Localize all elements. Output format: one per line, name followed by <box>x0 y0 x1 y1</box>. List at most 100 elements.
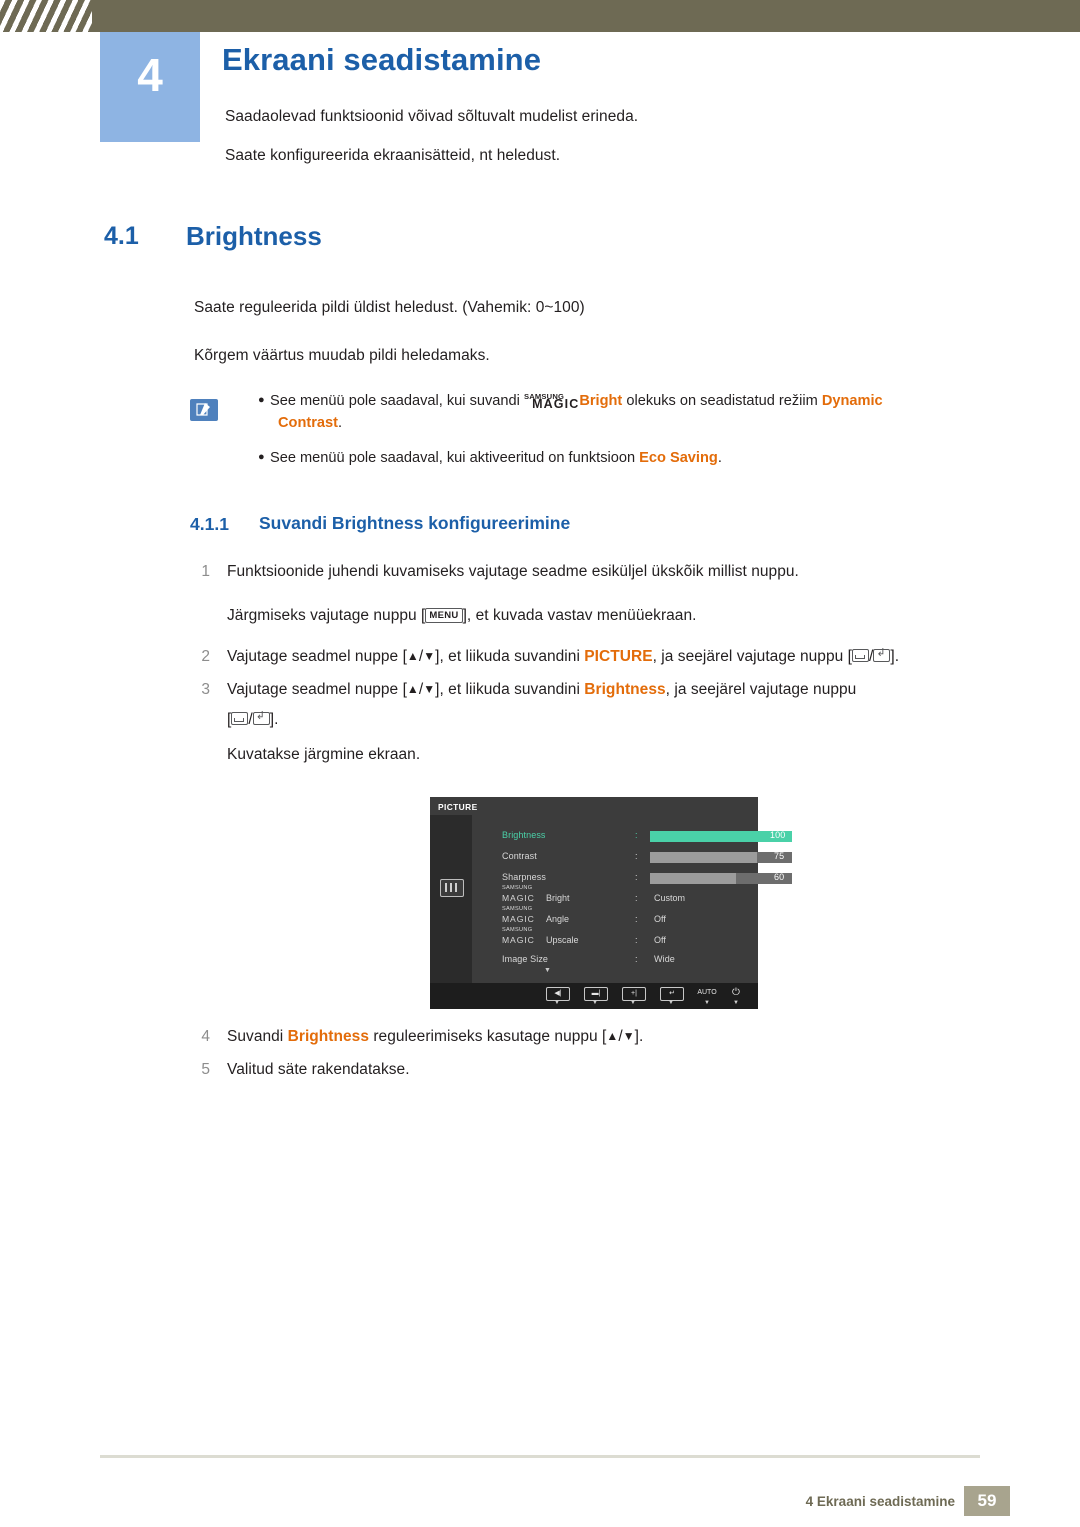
note-icon <box>190 399 218 421</box>
osd-bar-track[interactable] <box>650 852 792 863</box>
return-box-icon <box>252 709 270 725</box>
step-2-number: 2 <box>201 648 210 665</box>
magic-word: MAGIC <box>532 397 580 411</box>
magic-bright-label: Bright <box>579 393 623 409</box>
hatch-decoration <box>0 0 92 32</box>
note-bullet-2: ● See menüü pole saadaval, kui aktiveerit… <box>258 450 722 466</box>
osd-row-label: Contrast <box>502 851 537 861</box>
osd-power-icon[interactable]: ⏻ <box>728 987 744 999</box>
chapter-intro-line-2: Saate konfigureerida ekraanisätteid, nt … <box>225 147 561 164</box>
note-bullet-2-tail: . <box>717 450 722 466</box>
step-3-number: 3 <box>201 681 210 698</box>
osd-row-label: Brightness <box>502 830 546 840</box>
osd-button-bar: ◀| ▼ ▬| ▼ +| ▼ ↵ ▼ AUTO ▼ ⏻ ▼ <box>430 983 758 1009</box>
osd-caret-down-icon: ▼ <box>630 1000 636 1006</box>
step-5-number: 5 <box>201 1061 210 1078</box>
osd-row-value: Off <box>654 914 666 924</box>
osd-row-value: Custom <box>654 893 686 903</box>
osd-enter-button[interactable]: ↵ <box>660 987 684 1001</box>
step-2-post: , ja seejärel vajutage nuppu [ <box>652 648 852 665</box>
step-5-text: Valitud säte rakendatakse. <box>227 1061 410 1078</box>
osd-colon: : <box>635 914 638 924</box>
step-3-highlight: Brightness <box>584 681 666 698</box>
osd-row-value: Wide <box>654 954 675 964</box>
section-title: Brightness <box>186 221 322 251</box>
osd-caret-down-icon: ▼ <box>592 1000 598 1006</box>
footer-divider <box>100 1455 980 1458</box>
picture-icon <box>440 879 464 897</box>
note-bullet-1-mid: olekuks on seadistatud režiim <box>622 393 822 409</box>
section-paragraph-2: Kõrgem väärtus muudab pildi heledamaks. <box>194 347 490 364</box>
osd-left-panel <box>430 815 472 991</box>
magic-word: MAGIC <box>502 914 535 924</box>
step-2-mid: ], et liikuda suvandini <box>435 648 585 665</box>
chapter-number-badge: 4 <box>100 32 200 142</box>
note-bullet-2-pre: See menüü pole saadaval, kui aktiveeritu… <box>270 450 640 466</box>
step-3-text-line2: [/]. <box>227 709 279 729</box>
osd-bar-fill <box>650 873 736 884</box>
up-arrow-icon: ▲ <box>606 1029 619 1043</box>
osd-minus-button[interactable]: ▬| <box>584 987 608 1001</box>
step-4-highlight: Brightness <box>287 1028 369 1045</box>
osd-bar-fill <box>650 852 757 863</box>
note-bullet-1: ● See menüü pole saadaval, kui suvandi SA… <box>258 393 915 411</box>
up-arrow-icon: ▲ <box>406 682 419 696</box>
osd-row-contrast[interactable]: Contrast : 75 <box>502 851 792 865</box>
step-3-line2-end: ]. <box>269 711 279 728</box>
bullet-dot-icon: ● <box>258 451 265 463</box>
osd-scroll-down-icon[interactable]: ▼ <box>544 967 551 974</box>
note-pencil-icon <box>196 403 210 416</box>
chapter-number: 4 <box>137 49 163 101</box>
osd-auto-label[interactable]: AUTO <box>692 987 722 999</box>
osd-title: PICTURE <box>438 802 478 812</box>
footer-text: 4 Ekraani seadistamine <box>805 1494 955 1509</box>
osd-caret-down-icon: ▼ <box>733 1000 739 1006</box>
note-bullet-1-line2-tail: . <box>338 415 343 431</box>
step-2-highlight: PICTURE <box>584 648 653 665</box>
osd-bar-value: 60 <box>774 872 785 882</box>
osd-row-label: Sharpness <box>502 872 546 882</box>
enter-box-icon <box>852 649 869 662</box>
step-4-text: Suvandi Brightness reguleerimiseks kasut… <box>227 1028 644 1045</box>
top-band <box>0 0 1080 32</box>
chapter-intro-line-1: Saadaolevad funktsioonid võivad sõltuval… <box>225 108 639 125</box>
osd-row-sharpness[interactable]: Sharpness : 60 <box>502 872 792 886</box>
magic-word: MAGIC <box>502 935 535 945</box>
section-paragraph-1: Saate reguleerida pildi üldist heledust.… <box>194 299 585 316</box>
subsection-number: 4.1.1 <box>190 514 229 534</box>
down-arrow-icon: ▼ <box>622 1029 635 1043</box>
osd-row-label: Upscale <box>546 935 579 945</box>
osd-row-value: Off <box>654 935 666 945</box>
osd-row-brightness[interactable]: Brightness : 100 <box>502 830 792 844</box>
osd-row-label: Image Size <box>502 954 549 964</box>
osd-plus-button[interactable]: +| <box>622 987 646 1001</box>
step-4-number: 4 <box>201 1028 210 1045</box>
osd-bar-track[interactable] <box>650 873 792 884</box>
osd-row-label: Angle <box>546 914 570 924</box>
step-2-pre: Vajutage seadmel nuppe [ <box>227 648 407 665</box>
step-3-text: Vajutage seadmel nuppe [▲/▼], et liikuda… <box>227 681 857 698</box>
osd-caret-down-icon: ▼ <box>668 1000 674 1006</box>
subsection-title: Suvandi Brightness konfigureerimine <box>259 513 571 533</box>
step-1-text-line2: Järgmiseks vajutage nuppu [MENU], et kuv… <box>227 607 696 625</box>
note-bullet-1-highlight: Dynamic <box>821 393 883 409</box>
osd-row-image-size[interactable]: Image Size : Wide <box>502 954 675 968</box>
enter-box-icon <box>231 712 249 725</box>
osd-caret-down-icon: ▼ <box>704 1000 710 1006</box>
step-3-pre: Vajutage seadmel nuppe [ <box>227 681 407 698</box>
menu-key-glyph: MENU <box>425 608 463 623</box>
step-4-end: ]. <box>634 1028 644 1045</box>
bullet-dot-icon: ● <box>258 394 265 406</box>
osd-caret-down-icon: ▼ <box>554 1000 560 1006</box>
osd-back-button[interactable]: ◀| <box>546 987 570 1001</box>
chapter-title: Ekraani seadistamine <box>222 42 542 77</box>
step-2-text: Vajutage seadmel nuppe [▲/▼], et liikuda… <box>227 646 899 666</box>
step-4-mid: reguleerimiseks kasutage nuppu [ <box>369 1028 607 1045</box>
step-3-text-line3: Kuvatakse järgmine ekraan. <box>227 746 421 763</box>
note-bullet-1-pre: See menüü pole saadaval, kui suvandi <box>270 393 524 409</box>
step-3-post: , ja seejärel vajutage nuppu <box>665 681 857 698</box>
section-number: 4.1 <box>104 222 139 250</box>
down-arrow-icon: ▼ <box>423 682 436 696</box>
osd-colon: : <box>635 954 638 964</box>
step-1-number: 1 <box>201 563 210 580</box>
